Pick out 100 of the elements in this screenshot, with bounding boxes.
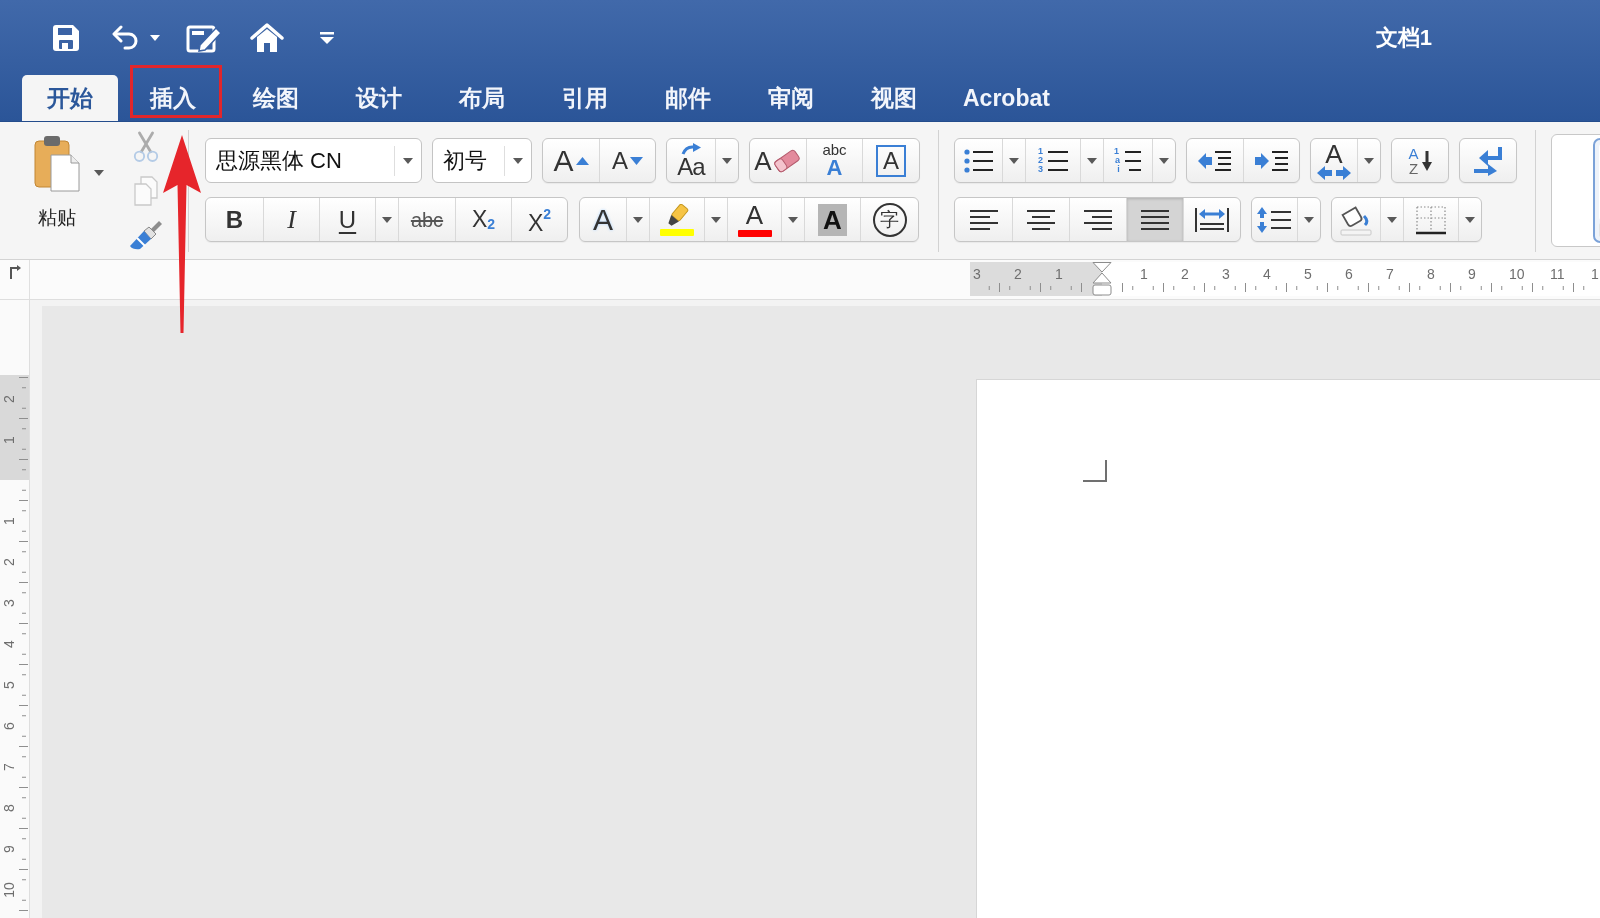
paste-button[interactable]: 粘贴	[24, 135, 90, 227]
ruler-number: 4	[1263, 266, 1271, 282]
ruler-number: 9	[2, 844, 16, 853]
tab-stop-icon	[8, 265, 21, 279]
ruler-number: 3	[973, 266, 981, 282]
multilevel-list-button[interactable]: 1 a i	[1103, 139, 1152, 182]
ruler-number: 5	[2, 680, 16, 689]
character-border-button[interactable]: A	[862, 139, 919, 182]
window-title: 文档1	[1375, 24, 1432, 53]
ribbon-tab[interactable]: 引用	[537, 75, 633, 121]
borders-icon	[1414, 204, 1448, 235]
caret-icon	[788, 216, 798, 223]
down-arrow-icon	[1421, 150, 1432, 171]
ruler-number: 1	[1055, 266, 1063, 282]
strikethrough-button[interactable]: abc	[398, 198, 455, 241]
ribbon-tab[interactable]: Acrobat	[949, 75, 1064, 121]
ruler-number: 8	[2, 803, 16, 812]
home-button[interactable]	[250, 21, 284, 54]
ruler-number: 3	[1222, 266, 1230, 282]
ruler-number: 3	[2, 598, 16, 607]
ruler-number: 7	[2, 762, 16, 771]
font-color-button[interactable]: A	[727, 198, 781, 241]
ribbon-tab[interactable]: 布局	[434, 75, 530, 121]
ribbon-tab[interactable]: 设计	[331, 75, 427, 121]
enclose-character-button[interactable]: 字	[860, 198, 918, 241]
decrease-indent-icon	[1198, 149, 1232, 172]
ruler-number: 2	[2, 394, 16, 403]
caret-icon	[150, 34, 160, 41]
align-right-icon	[1084, 208, 1112, 231]
caret-icon	[633, 216, 643, 223]
ruler-number: 2	[1014, 266, 1022, 282]
ruler-number: 1	[1591, 266, 1599, 282]
tab-stop-button[interactable]	[7, 265, 22, 281]
bullet-list-icon	[963, 148, 994, 173]
caret-icon	[403, 157, 413, 164]
ribbon-tab[interactable]: 邮件	[640, 75, 736, 121]
change-case-button[interactable]: Aa	[667, 139, 715, 182]
triangle-down-icon	[630, 156, 643, 165]
clipboard-icon	[33, 135, 81, 193]
ruler-number: 2	[2, 557, 16, 566]
curved-arrow-icon	[681, 142, 701, 155]
numbering-button[interactable]: 1 2 3	[1025, 139, 1080, 182]
ribbon-tab[interactable]: 视图	[846, 75, 942, 121]
indent-marker-icon[interactable]	[1091, 262, 1113, 296]
ribbon-tab[interactable]: 开始	[22, 75, 118, 121]
ruler-number: 1	[1140, 266, 1148, 282]
caret-icon	[513, 157, 523, 164]
ruler-number: 8	[1427, 266, 1435, 282]
justify-icon	[1141, 208, 1169, 231]
paint-bucket-icon	[1339, 203, 1373, 236]
character-shading-button[interactable]: A	[804, 198, 860, 241]
ruler-number: 10	[2, 881, 16, 898]
subscript-button[interactable]: X2	[455, 198, 511, 241]
sort-button[interactable]: A Z	[1392, 139, 1448, 182]
caret-icon	[382, 216, 392, 223]
double-arrow-icon	[1317, 165, 1351, 180]
underline-button[interactable]: U	[319, 198, 375, 241]
ruler-number: 6	[1345, 266, 1353, 282]
triangle-up-icon	[575, 156, 589, 165]
italic-button[interactable]: I	[263, 198, 319, 241]
ruler-number: 5	[1304, 266, 1312, 282]
format-painter-button[interactable]	[128, 218, 164, 252]
justify-button[interactable]	[1126, 198, 1183, 241]
text-boundary-corner-icon	[1083, 460, 1107, 482]
ruler-number: 7	[1386, 266, 1394, 282]
ruler-number: 11	[1550, 266, 1565, 282]
caret-icon	[1159, 157, 1169, 164]
text-effects-button[interactable]: A	[580, 198, 626, 241]
save-icon	[52, 23, 80, 52]
ruler-number: 1	[2, 435, 16, 444]
clear-formatting-button[interactable]: A	[750, 139, 806, 182]
copy-icon	[133, 176, 159, 206]
caret-icon	[94, 170, 104, 176]
distributed-icon	[1195, 207, 1229, 232]
ribbon-tab[interactable]: 审阅	[743, 75, 839, 121]
home-icon	[250, 22, 284, 53]
scissors-icon	[132, 131, 160, 163]
paintbrush-icon	[129, 220, 163, 250]
ruler-number: 9	[1468, 266, 1476, 282]
phonetic-guide-button[interactable]: abc A	[806, 139, 862, 182]
align-left-icon	[969, 208, 998, 231]
dropdown-icon	[319, 30, 335, 45]
ruler-number: 2	[1181, 266, 1189, 282]
ruler-number: 6	[2, 721, 16, 730]
caret-icon	[1364, 157, 1374, 164]
grow-font-button[interactable]: A	[543, 139, 599, 182]
shrink-font-button[interactable]: A	[599, 139, 655, 182]
caret-icon	[1387, 216, 1397, 223]
caret-icon	[1087, 157, 1097, 164]
caret-icon	[1304, 216, 1314, 223]
font-size-combobox[interactable]: 初号	[432, 138, 532, 183]
ruler-number: 1	[2, 516, 16, 525]
bold-button[interactable]: B	[206, 198, 263, 241]
caret-icon	[1009, 157, 1019, 164]
ribbon-tab[interactable]: 插入	[125, 75, 221, 121]
ribbon-tab[interactable]: 绘图	[228, 75, 324, 121]
text-direction-button[interactable]: A	[1311, 139, 1357, 182]
font-name-combobox[interactable]: 思源黑体 CN	[205, 138, 422, 183]
ruler-number: 10	[1509, 266, 1525, 282]
return-arrow-icon	[1472, 145, 1504, 176]
